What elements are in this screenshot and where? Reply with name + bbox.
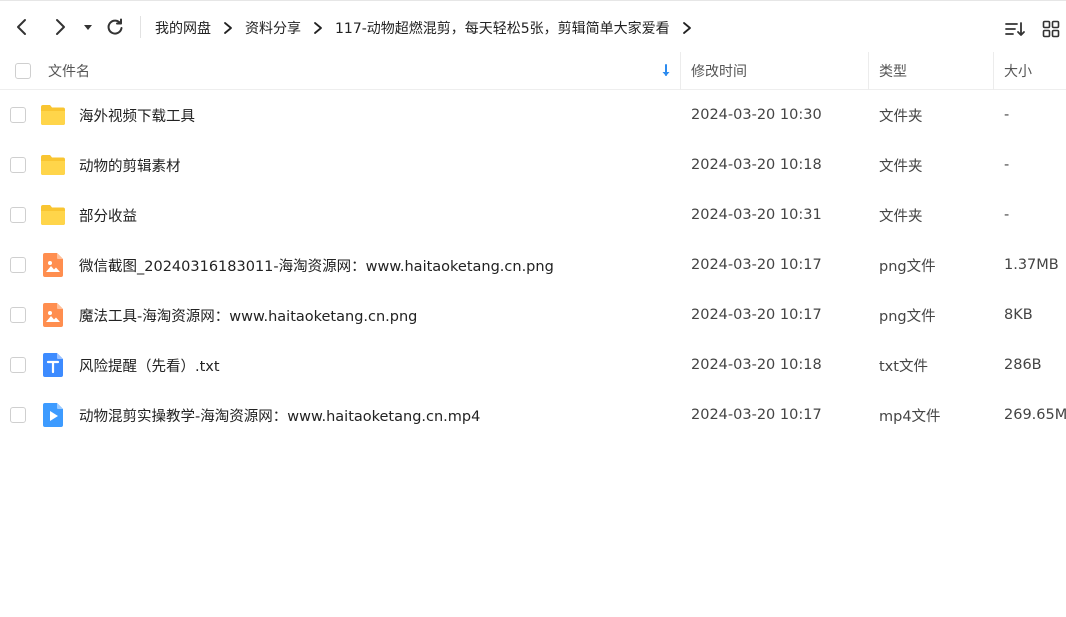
file-name[interactable]: 魔法工具-海淘资源网：www.haitaoketang.cn.png: [79, 290, 417, 340]
file-list-header: 文件名 修改时间 类型 大小: [0, 52, 1066, 90]
row-checkbox-cell: [10, 190, 26, 240]
row-checkbox-cell: [10, 240, 26, 290]
file-row[interactable]: 魔法工具-海淘资源网：www.haitaoketang.cn.png 2024-…: [0, 290, 1066, 340]
row-checkbox-cell: [10, 140, 26, 190]
row-checkbox[interactable]: [10, 307, 26, 323]
breadcrumb-item-shared-materials[interactable]: 资料分享: [245, 18, 301, 38]
breadcrumb-item-current-folder[interactable]: 117-动物超燃混剪，每天轻松5张，剪辑简单大家爱看: [335, 18, 670, 38]
folder-icon: [40, 102, 66, 128]
file-type: mp4文件: [879, 408, 941, 425]
toolbar-separator: [140, 16, 141, 38]
chevron-right-icon: [313, 21, 323, 35]
sort-direction-indicator[interactable]: [661, 52, 671, 90]
file-row[interactable]: 海外视频下载工具 2024-03-20 10:30 文件夹 -: [0, 90, 1066, 140]
file-modified: 2024-03-20 10:18: [691, 157, 822, 173]
file-name[interactable]: 海外视频下载工具: [79, 90, 195, 140]
file-row[interactable]: 动物混剪实操教学-海淘资源网：www.haitaoketang.cn.mp4 2…: [0, 390, 1066, 440]
file-type: txt文件: [879, 358, 928, 375]
grid-view-button[interactable]: [1040, 18, 1062, 40]
arrow-down-icon: [662, 64, 670, 76]
file-modified: 2024-03-20 10:17: [691, 257, 822, 273]
file-size: 286B: [1004, 357, 1042, 373]
column-header-size[interactable]: 大小: [1004, 52, 1032, 90]
refresh-button[interactable]: [103, 15, 127, 39]
file-type: 文件夹: [879, 158, 923, 175]
row-checkbox[interactable]: [10, 407, 26, 423]
row-checkbox[interactable]: [10, 157, 26, 173]
file-name[interactable]: 部分收益: [79, 190, 137, 240]
sort-list-icon: [1005, 22, 1025, 36]
column-header-name[interactable]: 文件名: [48, 52, 90, 90]
column-divider[interactable]: [680, 52, 681, 90]
file-modified: 2024-03-20 10:18: [691, 357, 822, 373]
chevron-left-icon: [17, 19, 26, 35]
select-all-checkbox[interactable]: [15, 63, 31, 79]
text-file-icon: [40, 352, 66, 378]
row-checkbox-cell: [10, 90, 26, 140]
file-modified: 2024-03-20 10:17: [691, 307, 822, 323]
row-checkbox[interactable]: [10, 207, 26, 223]
breadcrumb: 我的网盘 资料分享 117-动物超燃混剪，每天轻松5张，剪辑简单大家爱看: [155, 17, 704, 39]
history-dropdown-button[interactable]: [77, 15, 99, 39]
file-size: 8KB: [1004, 307, 1033, 323]
chevron-right-icon: [223, 21, 233, 35]
back-button[interactable]: [10, 15, 34, 39]
file-name[interactable]: 风险提醒（先看）.txt: [79, 340, 220, 390]
file-size: -: [1004, 107, 1010, 123]
folder-icon: [40, 152, 66, 178]
row-checkbox-cell: [10, 340, 26, 390]
refresh-icon: [107, 18, 123, 35]
row-checkbox[interactable]: [10, 257, 26, 273]
image-file-icon: [40, 252, 66, 278]
file-size: 1.37MB: [1004, 257, 1059, 273]
file-name[interactable]: 微信截图_20240316183011-海淘资源网：www.haitaoketa…: [79, 240, 554, 290]
file-modified: 2024-03-20 10:17: [691, 407, 822, 423]
row-checkbox-cell: [10, 290, 26, 340]
forward-button[interactable]: [48, 15, 72, 39]
file-row[interactable]: 动物的剪辑素材 2024-03-20 10:18 文件夹 -: [0, 140, 1066, 190]
column-divider[interactable]: [993, 52, 994, 90]
file-size: -: [1004, 207, 1010, 223]
select-all-checkbox-cell: [15, 52, 31, 90]
file-type: 文件夹: [879, 208, 923, 225]
video-file-icon: [40, 402, 66, 428]
grid-view-icon: [1042, 20, 1060, 38]
file-type: 文件夹: [879, 108, 923, 125]
file-name[interactable]: 动物的剪辑素材: [79, 140, 181, 190]
column-header-type[interactable]: 类型: [879, 52, 907, 90]
chevron-right-icon[interactable]: [682, 21, 692, 35]
file-row[interactable]: 微信截图_20240316183011-海淘资源网：www.haitaoketa…: [0, 240, 1066, 290]
caret-down-icon: [84, 25, 92, 30]
breadcrumb-item-my-drive[interactable]: 我的网盘: [155, 18, 211, 38]
row-checkbox[interactable]: [10, 107, 26, 123]
file-size: -: [1004, 157, 1010, 173]
column-divider[interactable]: [868, 52, 869, 90]
file-modified: 2024-03-20 10:30: [691, 107, 822, 123]
file-name[interactable]: 动物混剪实操教学-海淘资源网：www.haitaoketang.cn.mp4: [79, 390, 480, 440]
row-checkbox-cell: [10, 390, 26, 440]
folder-icon: [40, 202, 66, 228]
chevron-right-icon: [56, 19, 65, 35]
image-file-icon: [40, 302, 66, 328]
file-type: png文件: [879, 258, 936, 275]
column-header-modified[interactable]: 修改时间: [691, 52, 747, 90]
file-type: png文件: [879, 308, 936, 325]
sort-button[interactable]: [1004, 18, 1026, 40]
file-modified: 2024-03-20 10:31: [691, 207, 822, 223]
top-bar: 我的网盘 资料分享 117-动物超燃混剪，每天轻松5张，剪辑简单大家爱看: [0, 0, 1066, 52]
file-row[interactable]: 部分收益 2024-03-20 10:31 文件夹 -: [0, 190, 1066, 240]
file-row[interactable]: 风险提醒（先看）.txt 2024-03-20 10:18 txt文件 286B: [0, 340, 1066, 390]
file-size: 269.65MB: [1004, 407, 1066, 423]
row-checkbox[interactable]: [10, 357, 26, 373]
